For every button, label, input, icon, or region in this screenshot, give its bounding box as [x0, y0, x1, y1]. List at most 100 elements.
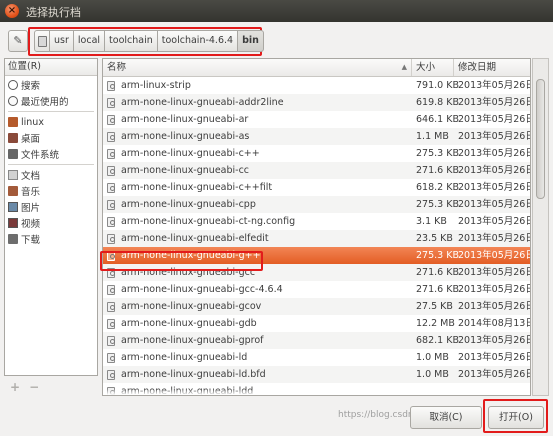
breadcrumb: usr local toolchain toolchain-4.6.4 bin	[34, 30, 264, 52]
breadcrumb-usr[interactable]: usr	[49, 30, 74, 52]
edit-location-button[interactable]: ✎	[8, 30, 28, 52]
file-size-cell: 1.1 MB	[416, 131, 449, 142]
table-row[interactable]: arm-none-linux-gnueabi-ld 1.0 MB 2013年05月2…	[103, 349, 530, 366]
file-name: arm-none-linux-gnueabi-ld	[121, 352, 248, 363]
executable-file-icon	[107, 80, 115, 91]
sidebar-item-pictures[interactable]: 图片	[5, 199, 97, 215]
file-name: arm-none-linux-gnueabi-c++	[121, 148, 260, 159]
column-header-size[interactable]: 大小	[412, 59, 454, 76]
path-bar: ✎ usr local toolchain toolchain-4.6.4 bi…	[4, 26, 549, 56]
executable-file-icon	[107, 369, 115, 380]
table-row[interactable]: arm-none-linux-gnueabi-gdb 12.2 MB 2014年08…	[103, 315, 530, 332]
table-row[interactable]: arm-none-linux-gnueabi-ct-ng.config 3.1 K…	[103, 213, 530, 230]
file-name: arm-none-linux-gnueabi-ar	[121, 114, 249, 125]
sidebar-item-desktop[interactable]: 桌面	[5, 130, 97, 146]
file-date-cell: 2013年05月26日	[458, 182, 531, 193]
file-rows: arm-linux-strip 791.0 KB 2013年05月26日 arm-no…	[103, 77, 531, 395]
file-name: arm-none-linux-gnueabi-as	[121, 131, 250, 142]
file-size-cell: 275.3 KB	[416, 148, 459, 159]
sidebar-item-home[interactable]: linux	[5, 114, 97, 130]
column-header-label: 名称	[107, 62, 127, 73]
sidebar-separator	[8, 111, 94, 112]
table-row[interactable]: arm-none-linux-gnueabi-c++filt 618.2 KB 20…	[103, 179, 530, 196]
column-header-name[interactable]: 名称 ▲	[103, 59, 412, 76]
file-date-cell: 2013年05月26日	[458, 335, 531, 346]
annotation-highlight-open	[483, 399, 548, 433]
places-list: 搜索 最近使用的 linux 桌面 文件系统 文档 音乐 图片 视频 下载	[5, 76, 97, 247]
table-row[interactable]: arm-none-linux-gnueabi-ld.bfd 1.0 MB 2013年…	[103, 366, 530, 383]
desktop-icon	[8, 133, 18, 143]
table-row[interactable]: arm-none-linux-gnueabi-gcov 27.5 KB 2013年0…	[103, 298, 530, 315]
breadcrumb-root-drive[interactable]	[34, 30, 50, 52]
file-size-cell: 682.1 KB	[416, 335, 459, 346]
vertical-scrollbar[interactable]	[532, 58, 549, 396]
file-date-cell: 2013年05月26日	[458, 250, 531, 261]
sidebar-item-label: 文件系统	[21, 150, 60, 161]
table-row[interactable]: arm-none-linux-gnueabi-elfedit 23.5 KB 201…	[103, 230, 530, 247]
file-date-cell: 2013年05月26日	[458, 97, 531, 108]
sidebar-item-filesystem[interactable]: 文件系统	[5, 146, 97, 162]
breadcrumb-bin[interactable]: bin	[237, 30, 264, 52]
file-name: arm-none-linux-gnueabi-gdb	[121, 318, 257, 329]
breadcrumb-toolchain-version[interactable]: toolchain-4.6.4	[156, 30, 239, 52]
table-row[interactable]: arm-none-linux-gnueabi-gcc-4.6.4 271.6 KB…	[103, 281, 530, 298]
places-header: 位置(R)	[5, 59, 97, 76]
file-name-cell: arm-none-linux-gnueabi-gcov	[103, 298, 412, 315]
remove-bookmark-button[interactable]: −	[29, 380, 39, 394]
table-row[interactable]: arm-none-linux-gnueabi-as 1.1 MB 2013年05月2…	[103, 128, 530, 145]
file-size-cell: 618.2 KB	[416, 182, 459, 193]
sidebar-separator	[8, 164, 94, 165]
file-list: 名称 ▲ 大小 修改日期 arm-linux-strip 791.0 KB 2013年…	[102, 58, 531, 396]
file-date-cell: 2013年05月26日	[458, 114, 531, 125]
annotation-highlight-selected-file	[100, 251, 263, 271]
documents-icon	[8, 170, 18, 180]
file-name-cell: arm-none-linux-gnueabi-gdb	[103, 315, 412, 332]
executable-file-icon	[107, 199, 115, 210]
file-name-cell: arm-none-linux-gnueabi-addr2line	[103, 94, 412, 111]
executable-file-icon	[107, 284, 115, 295]
file-date-cell: 2014年08月13日	[458, 318, 531, 329]
window-title: 选择执行档	[26, 6, 81, 19]
sidebar-item-documents[interactable]: 文档	[5, 167, 97, 183]
file-name-cell: arm-none-linux-gnueabi-c++	[103, 145, 412, 162]
file-name-cell: arm-none-linux-gnueabi-ct-ng.config	[103, 213, 412, 230]
sidebar-item-search[interactable]: 搜索	[5, 77, 97, 93]
file-date-cell: 2013年05月26日	[458, 267, 531, 278]
table-row[interactable]: arm-none-linux-gnueabi-cpp 275.3 KB 2013年0…	[103, 196, 530, 213]
sidebar-item-label: 下载	[21, 235, 41, 246]
file-name: arm-none-linux-gnueabi-ct-ng.config	[121, 216, 296, 227]
sidebar-item-label: 音乐	[21, 187, 41, 198]
file-name-cell: arm-none-linux-gnueabi-elfedit	[103, 230, 412, 247]
file-date-cell: 2013年05月26日	[458, 284, 531, 295]
table-row[interactable]: arm-none-linux-gnueabi-addr2line 619.8 KB…	[103, 94, 530, 111]
table-row[interactable]: arm-none-linux-gnueabi-cc 271.6 KB 2013年05…	[103, 162, 530, 179]
executable-file-icon	[107, 335, 115, 346]
table-row[interactable]: arm-none-linux-gnueabi-c++ 275.3 KB 2013年0…	[103, 145, 530, 162]
file-name-cell: arm-none-linux-gnueabi-cc	[103, 162, 412, 179]
add-bookmark-button[interactable]: +	[10, 380, 20, 394]
file-date-cell: 2013年05月26日	[458, 131, 531, 142]
home-folder-icon	[8, 117, 18, 127]
cancel-button[interactable]: 取消(C)	[410, 406, 482, 429]
scrollbar-thumb[interactable]	[536, 79, 545, 199]
file-name-cell: arm-none-linux-gnueabi-cpp	[103, 196, 412, 213]
table-row[interactable]: arm-none-linux-gnueabi-ar 646.1 KB 2013年05…	[103, 111, 530, 128]
file-size-cell: 271.6 KB	[416, 284, 459, 295]
sidebar-item-recent[interactable]: 最近使用的	[5, 93, 97, 109]
sidebar-item-downloads[interactable]: 下载	[5, 231, 97, 247]
column-header-modified[interactable]: 修改日期	[454, 59, 530, 76]
sidebar-item-music[interactable]: 音乐	[5, 183, 97, 199]
bookmark-controls: + −	[10, 380, 50, 394]
breadcrumb-local[interactable]: local	[72, 30, 106, 52]
file-name: arm-none-linux-gnueabi-c++filt	[121, 182, 273, 193]
title-bar: × 选择执行档	[0, 0, 553, 22]
sidebar-item-videos[interactable]: 视频	[5, 215, 97, 231]
file-date-cell: 2013年05月26日	[458, 199, 531, 210]
table-row[interactable]: arm-linux-strip 791.0 KB 2013年05月26日	[103, 77, 530, 94]
file-date-cell: 2013年05月26日	[458, 233, 531, 244]
executable-file-icon	[107, 182, 115, 193]
close-icon[interactable]: ×	[5, 4, 19, 18]
table-row[interactable]: arm-none-linux-gnueabi-gprof 682.1 KB 2013…	[103, 332, 530, 349]
breadcrumb-toolchain[interactable]: toolchain	[104, 30, 158, 52]
sidebar-item-label: 桌面	[21, 134, 41, 145]
